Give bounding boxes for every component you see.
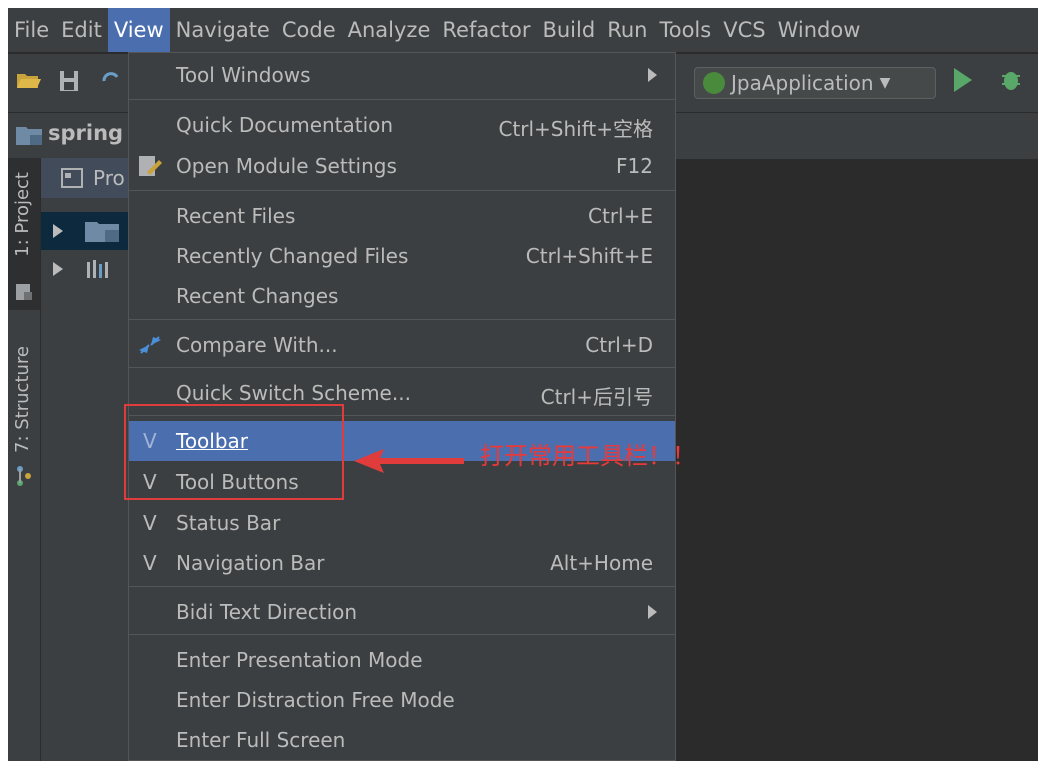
menu-separator (129, 190, 675, 191)
menu-separator (129, 99, 675, 100)
run-configuration-label: JpaApplication (731, 71, 874, 95)
expand-arrow-icon[interactable] (53, 224, 63, 238)
annotation-arrow-icon (354, 449, 464, 473)
module-folder-icon (85, 222, 119, 242)
project-icon (16, 284, 32, 300)
menu-analyze[interactable]: Analyze (342, 8, 437, 52)
module-settings-icon (139, 156, 162, 176)
structure-tool-tab[interactable]: 7: Structure (8, 330, 40, 500)
menubar: File Edit View Navigate Code Analyze Ref… (8, 8, 1038, 52)
menu-file[interactable]: File (8, 8, 55, 52)
menu-code[interactable]: Code (276, 8, 342, 52)
open-folder-icon[interactable] (16, 68, 42, 94)
chevron-down-icon: ▼ (879, 75, 891, 91)
run-icon[interactable] (954, 68, 972, 92)
breadcrumb-project[interactable]: spring (48, 121, 123, 145)
left-tool-stripe: 1: Project 7: Structure (8, 158, 41, 761)
external-libraries-icon (87, 260, 108, 278)
menu-item-status-bar[interactable]: V Status Bar (129, 503, 675, 543)
project-tool-tab[interactable]: 1: Project (8, 158, 40, 310)
structure-icon (17, 466, 31, 486)
menu-item-enter-full-screen[interactable]: Enter Full Screen (129, 720, 675, 760)
project-tab-label: 1: Project (12, 172, 33, 257)
submenu-arrow-icon (648, 605, 657, 619)
menu-view[interactable]: View (107, 8, 170, 52)
run-configuration-select[interactable]: JpaApplication ▼ (694, 67, 936, 99)
menu-item-recent-files[interactable]: Recent Files Ctrl+E (129, 196, 675, 236)
menu-vcs[interactable]: VCS (717, 8, 771, 52)
menu-item-quick-documentation[interactable]: Quick Documentation Ctrl+Shift+空格 (129, 105, 675, 145)
menu-navigate[interactable]: Navigate (170, 8, 276, 52)
menu-build[interactable]: Build (536, 8, 601, 52)
menu-tools[interactable]: Tools (653, 8, 717, 52)
menu-window[interactable]: Window (772, 8, 867, 52)
menu-separator (129, 367, 675, 368)
menu-item-bidi-text-direction[interactable]: Bidi Text Direction (129, 592, 675, 632)
menu-item-open-module-settings[interactable]: Open Module Settings F12 (129, 146, 675, 186)
structure-tab-label: 7: Structure (12, 346, 33, 453)
project-folder-icon (16, 127, 42, 145)
menu-item-compare-with[interactable]: Compare With... Ctrl+D (129, 325, 675, 365)
menu-item-enter-presentation-mode[interactable]: Enter Presentation Mode (129, 640, 675, 680)
menu-item-recently-changed-files[interactable]: Recently Changed Files Ctrl+Shift+E (129, 236, 675, 276)
debug-icon[interactable] (1000, 66, 1022, 92)
sync-icon[interactable] (98, 68, 124, 94)
expand-arrow-icon[interactable] (53, 262, 63, 276)
annotation-highlight-box (124, 404, 344, 500)
save-icon[interactable] (56, 68, 82, 94)
checkmark-icon: V (143, 511, 157, 535)
compare-arrows-icon (139, 336, 161, 354)
menu-item-recent-changes[interactable]: Recent Changes (129, 276, 675, 316)
menu-item-enter-distraction-free-mode[interactable]: Enter Distraction Free Mode (129, 680, 675, 720)
annotation-text: 打开常用工具栏！！ (480, 442, 696, 470)
spring-boot-icon (703, 72, 725, 94)
checkmark-icon: V (143, 551, 157, 575)
ide-window: File Edit View Navigate Code Analyze Ref… (8, 8, 1038, 761)
menu-separator (129, 319, 675, 320)
menu-item-navigation-bar[interactable]: V Navigation Bar Alt+Home (129, 543, 675, 583)
project-panel-title: Pro (93, 166, 125, 190)
submenu-arrow-icon (648, 68, 657, 82)
menu-item-tool-windows[interactable]: Tool Windows (129, 55, 675, 95)
menu-refactor[interactable]: Refactor (436, 8, 536, 52)
menu-separator (129, 634, 675, 635)
menu-edit[interactable]: Edit (55, 8, 108, 52)
menu-separator (129, 586, 675, 587)
project-view-icon (61, 168, 83, 188)
menu-run[interactable]: Run (601, 8, 653, 52)
